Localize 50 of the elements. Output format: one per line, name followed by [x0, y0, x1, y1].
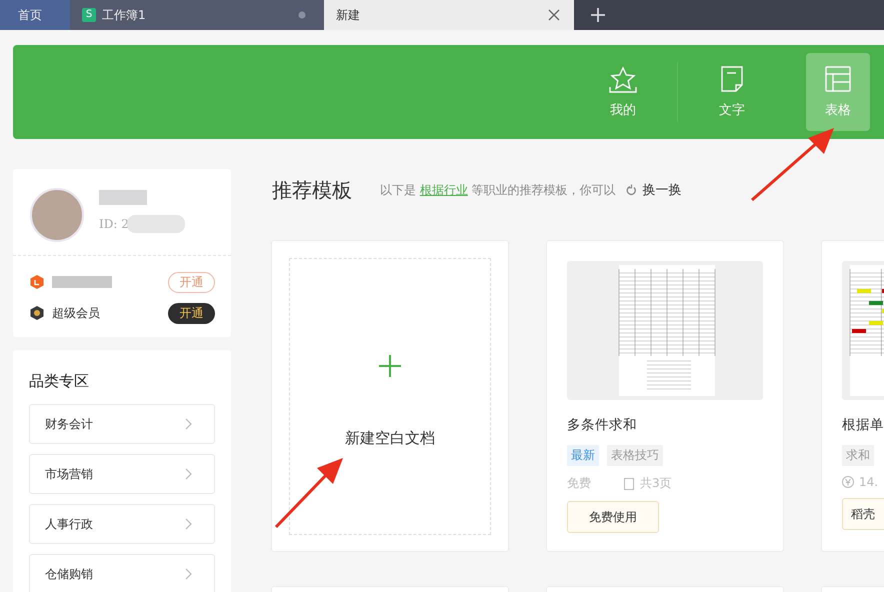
chevron-icon [185, 518, 192, 530]
plus-icon [379, 355, 401, 377]
use-template-button[interactable]: 稻壳 [842, 498, 884, 530]
yen-icon [842, 476, 854, 488]
membership-name: 超级会员 [52, 304, 100, 322]
page-icon [624, 478, 634, 490]
template-card[interactable]: 多条件求和 最新 表格技巧 免费 共3页 免费使用 [546, 240, 784, 552]
chevron-icon [185, 468, 192, 480]
price: 14. [859, 475, 878, 489]
table-icon [824, 65, 852, 93]
tab[interactable]: 新建 [324, 0, 574, 30]
tab-label: 工作簿1 [102, 6, 146, 24]
refresh-button[interactable]: 换一换 [626, 181, 682, 199]
close-icon [548, 9, 560, 21]
tab[interactable]: 首页 [0, 0, 70, 30]
spreadsheet-icon: S [82, 8, 96, 22]
section-title: 推荐模板 [272, 176, 352, 204]
category-item[interactable]: 市场营销 [29, 454, 215, 494]
avatar [30, 188, 84, 242]
tab-label: 新建 [336, 6, 360, 24]
blank-document-card[interactable]: 新建空白文档 [271, 240, 509, 552]
tab[interactable]: S 工作簿1 [70, 0, 324, 30]
template-title: 根据单 [842, 416, 884, 434]
refresh-icon [626, 184, 638, 196]
use-template-button[interactable]: 免费使用 [567, 501, 659, 533]
tag: 求和 [842, 445, 874, 466]
blurred-name [99, 190, 147, 205]
page-count: 共3页 [640, 475, 672, 492]
category-item[interactable]: 财务会计 [29, 404, 215, 444]
star-icon [609, 65, 637, 93]
hexagon-icon [30, 275, 44, 289]
section-title: 品类专区 [29, 372, 90, 391]
tag: 最新 [567, 445, 599, 466]
plus-icon[interactable] [591, 8, 605, 22]
category-item[interactable]: 仓储购销 [29, 554, 215, 592]
chevron-icon [185, 418, 192, 430]
chevron-icon [185, 568, 192, 580]
tag: 表格技巧 [607, 445, 663, 466]
tab-label: 首页 [18, 6, 42, 24]
blurred-id [126, 215, 185, 233]
user-id: ID: 2 [99, 217, 129, 231]
hexagon-icon [30, 306, 44, 320]
recommend-note: 以下是 根据行业 等职业的推荐模板，你可以 [380, 182, 616, 198]
activate-button[interactable]: 开通 [168, 302, 215, 324]
template-title: 多条件求和 [567, 416, 638, 434]
category-item[interactable]: 人事行政 [29, 504, 215, 544]
price: 免费 [567, 475, 591, 492]
dot-icon [298, 11, 306, 19]
blurred-membership [52, 276, 112, 288]
template-card[interactable]: 根据单 求和 14. 稻壳 [821, 240, 884, 552]
